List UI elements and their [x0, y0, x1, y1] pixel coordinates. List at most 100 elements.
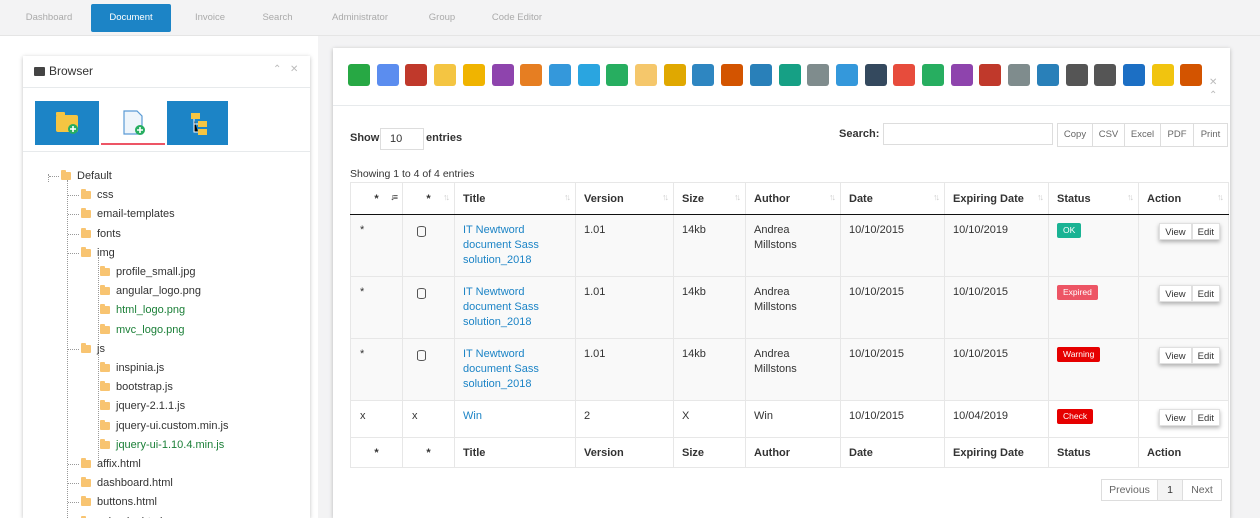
user-icon[interactable]	[721, 64, 744, 86]
spreadsheet-icon[interactable]	[692, 64, 715, 86]
view-button[interactable]: View	[1159, 409, 1192, 426]
next-page-button[interactable]: Next	[1182, 479, 1222, 501]
archive-books-icon[interactable]	[491, 64, 514, 86]
key-icon[interactable]	[663, 64, 686, 86]
database-refresh-icon[interactable]	[807, 64, 830, 86]
tree-item[interactable]: dashboard.html	[81, 475, 173, 491]
tab-add-folder[interactable]	[35, 101, 99, 145]
folder-tree-icon[interactable]	[434, 64, 457, 86]
open-folder-icon[interactable]	[635, 64, 657, 86]
table-row[interactable]: * IT Newtword document Sass solution_2018…	[350, 214, 1229, 277]
image-edit-icon[interactable]	[950, 64, 973, 86]
page-size-select[interactable]: 10	[380, 128, 424, 150]
title-link[interactable]: IT Newtword document Sass solution_2018	[463, 348, 539, 390]
shuffle-icon[interactable]	[922, 64, 944, 86]
edit-button[interactable]: Edit	[1191, 347, 1220, 364]
copy-button[interactable]: Copy	[1057, 123, 1093, 147]
tree-item[interactable]: bootstrap.js	[100, 379, 173, 395]
edit-document-icon[interactable]	[548, 64, 571, 86]
folder-star-icon[interactable]	[462, 64, 485, 86]
col-header-select[interactable]: * ↓≡	[350, 182, 403, 215]
tree-item[interactable]: js	[81, 341, 105, 357]
hierarchy-icon[interactable]	[835, 64, 858, 86]
edit-button[interactable]: Edit	[1191, 223, 1220, 240]
download-icon[interactable]	[348, 64, 370, 86]
stamp-icon[interactable]	[405, 64, 428, 86]
tab-dashboard[interactable]: Dashboard	[14, 4, 84, 32]
pdf-button[interactable]: PDF	[1160, 123, 1194, 147]
tree-item[interactable]: angular_logo.png	[100, 283, 201, 299]
tree-item[interactable]: email-templates	[81, 206, 175, 222]
title-link[interactable]: Win	[463, 410, 482, 422]
edit-button[interactable]: Edit	[1191, 409, 1220, 426]
refresh-icon[interactable]	[749, 64, 772, 86]
tab-search[interactable]: Search	[250, 4, 305, 32]
info-icon[interactable]	[1122, 64, 1145, 86]
collapse-icon[interactable]: ⌃	[1209, 90, 1217, 101]
tree-item[interactable]: inspinia.js	[100, 360, 164, 376]
table-row[interactable]: * IT Newtword document Sass solution_2018…	[350, 338, 1229, 401]
tab-group[interactable]: Group	[416, 4, 468, 32]
zip-archive-icon[interactable]	[520, 64, 543, 86]
edit-button[interactable]: Edit	[1191, 285, 1220, 302]
previous-page-button[interactable]: Previous	[1101, 479, 1158, 501]
tree-item[interactable]: jquery-ui-1.10.4.min.js	[100, 437, 224, 453]
tree-item[interactable]: calendar.html	[81, 514, 162, 518]
tab-tree-view[interactable]	[167, 101, 228, 145]
col-header-size[interactable]: Size ↑↓	[673, 182, 746, 215]
search-input[interactable]	[883, 123, 1053, 145]
collapse-icon[interactable]: ⌃	[273, 64, 281, 75]
col-header-date[interactable]: Date ↑↓	[840, 182, 945, 215]
csv-button[interactable]: CSV	[1092, 123, 1125, 147]
tab-document[interactable]: Document	[91, 4, 171, 32]
view-button[interactable]: View	[1159, 285, 1192, 302]
col-header-version[interactable]: Version ↑↓	[575, 182, 674, 215]
title-cell[interactable]: IT Newtword document Sass solution_2018	[454, 214, 576, 277]
tree-item[interactable]: jquery-2.1.1.js	[100, 398, 185, 414]
tab-code-editor[interactable]: Code Editor	[483, 4, 551, 32]
tab-administrator[interactable]: Administrator	[318, 4, 402, 32]
unlink-icon[interactable]	[1008, 64, 1031, 86]
tree-item[interactable]: affix.html	[81, 456, 141, 472]
tab-invoice[interactable]: Invoice	[180, 4, 240, 32]
traffic-light-icon[interactable]	[1065, 64, 1088, 86]
line-chart-icon[interactable]	[979, 64, 1002, 86]
title-cell[interactable]: Win	[454, 400, 576, 438]
tree-item[interactable]: html_logo.png	[100, 302, 185, 318]
col-header-author[interactable]: Author ↑↓	[745, 182, 841, 215]
excel-button[interactable]: Excel	[1124, 123, 1161, 147]
zip-file-icon[interactable]	[376, 64, 399, 86]
upload-tray-icon[interactable]	[1180, 64, 1203, 86]
tree-item[interactable]: buttons.html	[81, 494, 157, 510]
print-button[interactable]: Print	[1193, 123, 1228, 147]
title-cell[interactable]: IT Newtword document Sass solution_2018	[454, 338, 576, 401]
title-link[interactable]: IT Newtword document Sass solution_2018	[463, 224, 539, 266]
close-icon[interactable]: ✕	[290, 64, 298, 75]
tree-item[interactable]: Default	[61, 168, 112, 184]
page-1-button[interactable]: 1	[1157, 479, 1183, 501]
mail-icon[interactable]	[1151, 64, 1174, 86]
tree-item[interactable]: img	[81, 245, 115, 261]
col-header-status[interactable]: Status ↑↓	[1048, 182, 1139, 215]
tab-add-file[interactable]	[101, 101, 165, 145]
tree-item[interactable]: profile_small.jpg	[100, 264, 195, 280]
tree-item[interactable]: css	[81, 187, 114, 203]
alert-icon[interactable]	[893, 64, 916, 86]
col-header-type[interactable]: * ↑↓	[402, 182, 455, 215]
col-header-expiring-date[interactable]: Expiring Date ↑↓	[944, 182, 1049, 215]
tree-item[interactable]: mvc_logo.png	[100, 322, 185, 338]
search-icon[interactable]	[1036, 64, 1059, 86]
windows-icon[interactable]	[577, 64, 600, 86]
close-icon[interactable]: ✕	[1209, 77, 1217, 88]
view-button[interactable]: View	[1159, 223, 1192, 240]
traffic-light-2-icon[interactable]	[1094, 64, 1117, 86]
title-cell[interactable]: IT Newtword document Sass solution_2018	[454, 276, 576, 339]
www-icon[interactable]	[606, 64, 629, 86]
col-header-title[interactable]: Title ↑↓	[454, 182, 576, 215]
view-button[interactable]: View	[1159, 347, 1192, 364]
table-row[interactable]: * IT Newtword document Sass solution_2018…	[350, 276, 1229, 339]
tools-icon[interactable]	[864, 64, 887, 86]
users-add-icon[interactable]	[778, 64, 801, 86]
table-row[interactable]: x x Win 2 X Win 10/10/2015 10/04/2019 Check View E…	[350, 400, 1229, 438]
title-link[interactable]: IT Newtword document Sass solution_2018	[463, 286, 539, 328]
